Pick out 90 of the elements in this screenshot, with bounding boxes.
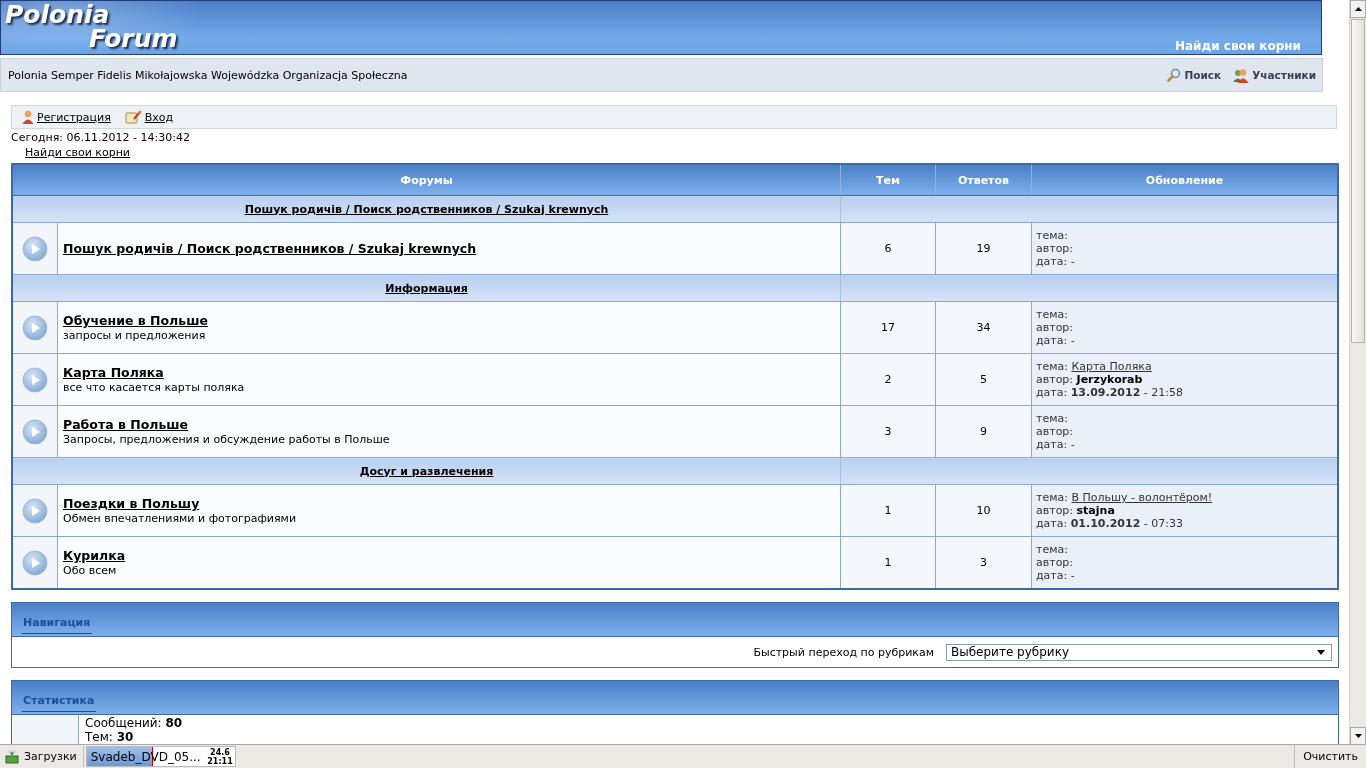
field-label: дата: bbox=[1036, 569, 1068, 582]
forum-link[interactable]: Пошук родичів / Поиск родственников / Szukaj krewnych bbox=[63, 241, 477, 256]
field-label: тема: bbox=[1036, 308, 1068, 321]
forum-link[interactable]: Работа в Польше bbox=[63, 417, 189, 432]
post-date: 01.10.2012 - 07:33 bbox=[1070, 517, 1183, 530]
forum-description: Запросы, предложения и обсуждение работы в Польше bbox=[63, 433, 391, 446]
panel-title: Навигация bbox=[22, 616, 93, 634]
forum-slogan: Найди свои корни bbox=[1174, 39, 1302, 54]
field-label: дата: bbox=[1036, 517, 1068, 530]
author-name: Jerzykorab bbox=[1076, 373, 1143, 386]
category-link[interactable]: Пошук родичів / Поиск родственников / Szukaj krewnych bbox=[244, 202, 609, 216]
topic-count: 1 bbox=[840, 484, 936, 537]
field-label: автор: bbox=[1036, 321, 1074, 334]
stat-line: Тем: 30 bbox=[85, 730, 135, 744]
topic-count: 2 bbox=[840, 353, 936, 406]
play-icon bbox=[22, 314, 48, 341]
category-link[interactable]: Досуг и развлечения bbox=[359, 464, 494, 478]
reply-count: 3 bbox=[935, 536, 1032, 589]
play-icon bbox=[22, 366, 48, 393]
field-label: дата: bbox=[1036, 438, 1068, 451]
table-cell bbox=[12, 715, 79, 744]
scroll-up-icon bbox=[1354, 7, 1362, 11]
download-time: 21:11 bbox=[207, 756, 233, 766]
members-link[interactable]: Участники bbox=[1233, 67, 1316, 83]
field-label: автор: bbox=[1036, 425, 1074, 438]
column-header: Ответов bbox=[935, 164, 1032, 196]
column-header: Форумы bbox=[12, 164, 841, 196]
scroll-down-icon bbox=[1354, 734, 1362, 738]
breadcrumb-link[interactable]: Найди свои корни bbox=[25, 146, 130, 160]
forum-link[interactable]: Курилка bbox=[63, 548, 126, 563]
topic-link[interactable]: Карта Поляка bbox=[1071, 360, 1152, 373]
field-label: дата: bbox=[1036, 334, 1068, 347]
login-link[interactable]: Вход bbox=[124, 110, 174, 124]
post-date: - bbox=[1070, 334, 1075, 347]
forum-description: все что касается карты поляка bbox=[63, 381, 246, 394]
reply-count: 10 bbox=[935, 484, 1032, 537]
play-icon bbox=[22, 549, 48, 576]
dropdown-arrow-icon bbox=[1317, 649, 1325, 655]
panel-title: Статистика bbox=[22, 694, 97, 712]
field-label: дата: bbox=[1036, 255, 1068, 268]
play-icon bbox=[22, 235, 48, 262]
reply-count: 34 bbox=[935, 301, 1032, 354]
forum-link[interactable]: Поездки в Польшу bbox=[63, 496, 200, 511]
author-name: stajna bbox=[1076, 504, 1115, 517]
stat-line: Сообщений: 80 bbox=[85, 716, 183, 730]
users-icon bbox=[1233, 67, 1250, 83]
field-label: автор: bbox=[1036, 504, 1074, 517]
field-label: дата: bbox=[1036, 386, 1068, 399]
post-date: 13.09.2012 - 21:58 bbox=[1070, 386, 1183, 399]
post-date: - bbox=[1070, 569, 1075, 582]
field-label: тема: bbox=[1036, 360, 1068, 373]
post-date: - bbox=[1070, 438, 1075, 451]
search-link[interactable]: Поиск bbox=[1167, 67, 1222, 83]
forum-description: запросы и предложения bbox=[63, 329, 207, 342]
topic-count: 17 bbox=[840, 301, 936, 354]
scrollbar[interactable] bbox=[1349, 0, 1366, 744]
column-header: Обновление bbox=[1031, 164, 1338, 196]
play-icon bbox=[22, 418, 48, 445]
jump-label: Быстрый переход по рубрикам bbox=[753, 645, 934, 659]
downloads-button[interactable]: Загрузки bbox=[0, 746, 84, 767]
post-date: - bbox=[1070, 255, 1075, 268]
topic-count: 1 bbox=[840, 536, 936, 589]
download-icon bbox=[5, 749, 19, 764]
play-icon bbox=[22, 497, 48, 524]
field-label: тема: bbox=[1036, 412, 1068, 425]
download-size: 24.6 bbox=[210, 747, 230, 757]
search-icon bbox=[1167, 68, 1182, 82]
reply-count: 9 bbox=[935, 405, 1032, 458]
field-label: тема: bbox=[1036, 543, 1068, 556]
category-link[interactable]: Информация bbox=[385, 281, 468, 295]
site-name: Polonia Semper Fidelis Mikołajowska Wojewódzka Organizacja Społeczna bbox=[8, 68, 408, 82]
register-link[interactable]: Регистрация bbox=[22, 110, 111, 124]
field-label: тема: bbox=[1036, 229, 1068, 242]
field-label: тема: bbox=[1036, 491, 1068, 504]
field-label: автор: bbox=[1036, 242, 1074, 255]
field-label: автор: bbox=[1036, 373, 1074, 386]
forum-link[interactable]: Обучение в Польше bbox=[63, 313, 208, 328]
category-select[interactable]: Выберите рубрику bbox=[946, 643, 1332, 661]
column-header: Тем bbox=[840, 164, 936, 196]
topic-count: 6 bbox=[840, 222, 936, 275]
forum-link[interactable]: Карта Поляка bbox=[63, 365, 164, 380]
current-date: Сегодня: 06.11.2012 - 14:30:42 bbox=[11, 131, 191, 145]
forum-description: Обо всем bbox=[63, 564, 118, 577]
topic-link[interactable]: В Польшу - волонтёром! bbox=[1071, 491, 1213, 504]
reply-count: 5 bbox=[935, 353, 1032, 406]
topic-count: 3 bbox=[840, 405, 936, 458]
user-icon bbox=[22, 110, 34, 124]
reply-count: 19 bbox=[935, 222, 1032, 275]
field-label: автор: bbox=[1036, 556, 1074, 569]
forum-description: Обмен впечатлениями и фотографиями bbox=[63, 512, 298, 525]
